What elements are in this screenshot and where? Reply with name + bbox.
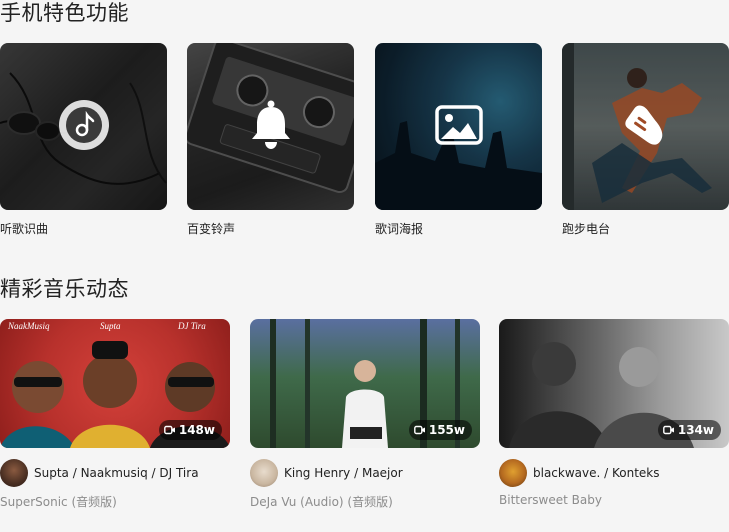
videos-section-title: 精彩音乐动态 (0, 277, 129, 301)
feature-card-ringtones[interactable]: 百变铃声 (187, 43, 355, 236)
feature-label: 百变铃声 (187, 222, 236, 236)
view-count: 134w (677, 423, 714, 437)
video-card[interactable]: NaakMusiq Supta DJ Tira 148w Supta / Naa… (0, 319, 230, 509)
video-camera-icon (662, 425, 674, 435)
artists-link[interactable]: King Henry / Maejor (284, 466, 403, 480)
feature-thumbnail[interactable] (0, 43, 167, 210)
thumb-text-dj-tira: DJ Tira (177, 321, 206, 331)
video-title[interactable]: SuperSonic (音频版) (0, 493, 117, 510)
feature-label: 听歌识曲 (0, 222, 49, 236)
avatar[interactable] (250, 459, 278, 487)
thumb-text-supta: Supta (100, 321, 121, 331)
artist-row: King Henry / Maejor (250, 459, 403, 487)
artists-link[interactable]: blackwave. / Konteks (533, 466, 660, 480)
view-count-badge: 134w (657, 420, 721, 440)
video-camera-icon (163, 425, 175, 435)
view-count: 155w (428, 423, 465, 437)
video-card[interactable]: 134w blackwave. / Konteks Bittersweet Ba… (499, 319, 729, 507)
video-camera-icon (413, 425, 425, 435)
thumb-text-naakmusiq: NaakMusiq (7, 321, 50, 331)
video-thumbnail[interactable]: 155w (250, 319, 480, 448)
video-thumbnail[interactable]: NaakMusiq Supta DJ Tira 148w (0, 319, 230, 448)
artist-row: blackwave. / Konteks (499, 459, 660, 487)
avatar[interactable] (499, 459, 527, 487)
feature-thumbnail[interactable] (375, 43, 542, 210)
music-note-icon (58, 99, 110, 155)
feature-label: 跑步电台 (562, 222, 611, 236)
video-title[interactable]: Bittersweet Baby (499, 493, 602, 507)
feature-card-song-recognition[interactable]: 听歌识曲 (0, 43, 168, 236)
feature-thumbnail[interactable] (187, 43, 354, 210)
features-section-title: 手机特色功能 (0, 1, 129, 25)
video-card[interactable]: 155w King Henry / Maejor DeJa Vu (Audio)… (250, 319, 480, 509)
shoe-icon (621, 100, 671, 154)
feature-thumbnail[interactable] (562, 43, 729, 210)
video-title[interactable]: DeJa Vu (Audio) (音频版) (250, 493, 393, 510)
view-count-badge: 148w (158, 420, 222, 440)
bell-icon (249, 100, 293, 154)
feature-card-lyrics-poster[interactable]: 歌词海报 (375, 43, 543, 236)
view-count-badge: 155w (408, 420, 472, 440)
feature-card-running-radio[interactable]: 跑步电台 (562, 43, 729, 236)
view-count: 148w (178, 423, 215, 437)
artist-row: Supta / Naakmusiq / DJ Tira (0, 459, 199, 487)
artists-link[interactable]: Supta / Naakmusiq / DJ Tira (34, 466, 199, 480)
feature-label: 歌词海报 (375, 222, 424, 236)
image-icon (434, 104, 483, 149)
avatar[interactable] (0, 459, 28, 487)
video-thumbnail[interactable]: 134w (499, 319, 729, 448)
